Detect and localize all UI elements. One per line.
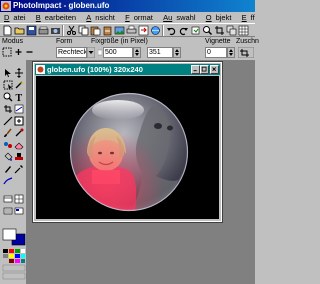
fixed-size-label: Fixgröße (in Pixel) [91, 38, 148, 45]
app-title: PhotoImpact - globen.ufo [13, 1, 110, 10]
cut-icon[interactable] [66, 25, 77, 36]
menu-auswahl[interactable]: Au swahl [159, 12, 199, 23]
minimize-icon[interactable] [191, 65, 200, 74]
pen-tool-icon[interactable] [3, 164, 13, 174]
zoom-tool-icon[interactable] [3, 92, 13, 102]
color-swatch-icon[interactable] [2, 228, 26, 246]
svg-text:T: T [16, 93, 23, 102]
menu-format[interactable]: Format [121, 12, 157, 23]
camera-icon[interactable] [50, 25, 61, 36]
fixed-size-checkbox[interactable] [98, 47, 102, 58]
clone-tool-icon[interactable] [3, 140, 13, 150]
line-tool-icon[interactable] [3, 116, 13, 126]
close-icon[interactable] [210, 65, 219, 74]
maximize-icon[interactable] [200, 65, 209, 74]
rotate-icon[interactable] [190, 25, 201, 36]
toolbar-separator [162, 25, 164, 36]
brush-stroke-tool-icon[interactable] [3, 176, 13, 186]
mode-label: Modus [2, 38, 24, 45]
shape-select[interactable]: Rechteck [56, 47, 87, 58]
menu-bearbeiten[interactable]: Bearbeiten [32, 12, 80, 23]
crop-tool-icon[interactable] [238, 47, 254, 58]
color-palette-icon[interactable] [2, 248, 26, 282]
height-input[interactable]: 351 [147, 47, 173, 58]
crop-label: Zuschn [236, 38, 259, 45]
properties-bar: Modus Form Rechteck Fixgröße (in Pixel) … [0, 37, 259, 60]
selection-tool-icon[interactable] [3, 80, 13, 90]
path-tool-icon[interactable] [14, 104, 24, 114]
crop-tool-side-icon[interactable] [3, 104, 13, 114]
width-spinner[interactable] [133, 47, 141, 58]
web-icon[interactable] [150, 25, 161, 36]
standard-toolbar [0, 23, 255, 37]
selection-mode-icon[interactable] [2, 47, 12, 57]
vignette-spinner[interactable] [227, 47, 235, 58]
object-manager-icon[interactable] [14, 194, 24, 204]
export-icon[interactable] [138, 25, 149, 36]
photoimpact-app-icon [1, 1, 11, 11]
menu-datei[interactable]: Datei [0, 12, 30, 23]
fill-tool-icon[interactable] [3, 152, 13, 162]
transform-tool-icon[interactable] [14, 68, 24, 78]
image-canvas[interactable] [36, 76, 219, 219]
tool-panel: T [0, 60, 27, 284]
redo-icon[interactable] [178, 25, 189, 36]
copy-icon[interactable] [78, 25, 89, 36]
layers-icon[interactable] [226, 25, 237, 36]
subtract-mode-icon[interactable] [25, 47, 34, 57]
retouch-tool-icon[interactable] [14, 128, 24, 138]
shape-label: Form [56, 38, 73, 45]
document-titlebar[interactable]: globen.ufo (100%) 320x240 [35, 64, 220, 75]
app-titlebar: PhotoImpact - globen.ufo [0, 0, 255, 12]
document-window[interactable]: globen.ufo (100%) 320x240 [32, 61, 223, 223]
width-input[interactable]: 500 [103, 47, 133, 58]
eraser-tool-icon[interactable] [14, 140, 24, 150]
zoom-icon[interactable] [202, 25, 213, 36]
toolbar-separator [62, 25, 64, 36]
open-folder-icon[interactable] [14, 25, 25, 36]
document-title: globen.ufo (100%) 320x240 [47, 65, 143, 74]
menu-ansicht[interactable]: Ansicht [82, 12, 119, 23]
vignette-input[interactable]: 0 [205, 47, 227, 58]
menu-bar: Datei Bearbeiten Ansicht Format Au swahl … [0, 12, 255, 23]
palette-tool-icon[interactable] [3, 206, 13, 216]
vignette-label: Vignette [205, 38, 231, 45]
shape-tool-icon[interactable] [14, 116, 24, 126]
new-file-icon[interactable] [2, 25, 13, 36]
paste-special-icon[interactable] [102, 25, 113, 36]
pick-tool-icon[interactable] [3, 68, 13, 78]
brush-tool-icon[interactable] [3, 128, 13, 138]
magic-wand-icon[interactable] [14, 80, 24, 90]
height-spinner[interactable] [173, 47, 181, 58]
menu-effekt[interactable]: Effekt [238, 12, 255, 23]
scan-icon[interactable] [38, 25, 49, 36]
add-mode-icon[interactable] [14, 47, 23, 57]
print-icon[interactable] [126, 25, 137, 36]
panel-tool-icon[interactable] [3, 194, 13, 204]
document-icon[interactable] [36, 65, 45, 74]
text-tool-icon[interactable]: T [14, 92, 24, 102]
undo-icon[interactable] [166, 25, 177, 36]
easy-palette-icon[interactable] [14, 206, 24, 216]
stamp-tool-icon[interactable] [14, 152, 24, 162]
globe-image [69, 92, 189, 212]
save-icon[interactable] [26, 25, 37, 36]
paste-icon[interactable] [90, 25, 101, 36]
grid-icon[interactable] [238, 25, 249, 36]
eyedropper-tool-icon[interactable] [14, 164, 24, 174]
image-icon[interactable] [114, 25, 125, 36]
crop-icon[interactable] [214, 25, 225, 36]
chevron-down-icon[interactable] [87, 47, 95, 58]
menu-objekt[interactable]: Objekt [202, 12, 236, 23]
